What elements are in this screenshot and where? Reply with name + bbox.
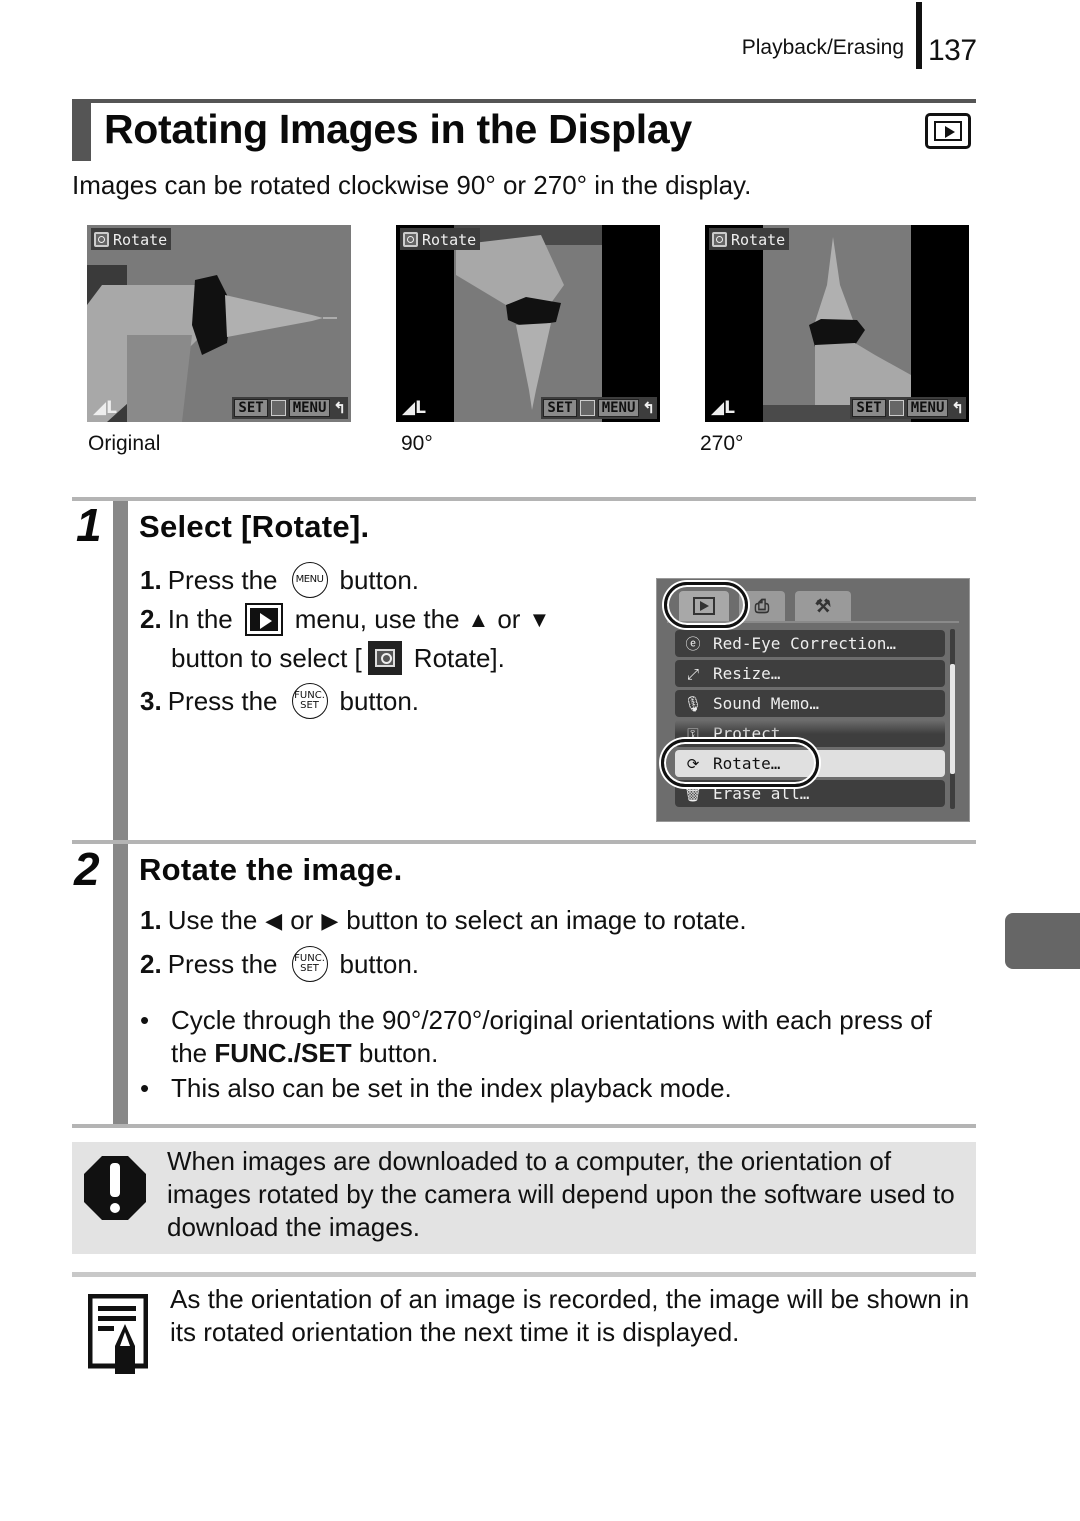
rotate-icon — [579, 400, 595, 416]
caption-original: Original — [88, 432, 161, 455]
step-1-bar — [113, 501, 128, 841]
title-marker — [72, 103, 91, 161]
chapter-thumb-tab — [1005, 913, 1080, 969]
red-eye-icon: ⓔ — [685, 635, 701, 653]
step-1-instruction-2-cont: button to select [ Rotate]. — [171, 641, 505, 675]
rotate-icon — [367, 641, 402, 675]
playback-menu-icon — [244, 603, 283, 636]
rotate-icon — [888, 400, 904, 416]
step-2-rule — [72, 840, 976, 844]
step-1-instruction-2: 2. In the menu, use the ▲ or ▼ — [140, 603, 551, 636]
header-divider — [916, 2, 922, 69]
resize-icon: ⤢ — [686, 664, 699, 683]
trash-icon: 🗑︎ — [683, 784, 703, 803]
return-arrow-icon: ↰ — [951, 400, 964, 417]
note-rule — [72, 1272, 976, 1277]
osd-rotate-label: Rotate — [400, 228, 481, 250]
note-pencil-icon — [88, 1294, 148, 1374]
step-2-instruction-2: 2. Press the FUNC. SET button. — [140, 946, 419, 982]
menu-scrollbar — [950, 629, 955, 809]
section-end-rule — [72, 1124, 976, 1128]
camera-playback-menu-screenshot: ⎙ ⚒ ⓔ Red-Eye Correction… ⤢ Resize… 🎙︎ Soun… — [656, 578, 970, 822]
osd-set-button: SET — [852, 399, 886, 417]
menu-item-sound-memo: 🎙︎ Sound Memo… — [675, 690, 945, 717]
print-icon: ⎙ — [754, 595, 770, 616]
left-arrow-icon: ◀ — [265, 907, 283, 933]
menu-item-red-eye: ⓔ Red-Eye Correction… — [675, 630, 945, 657]
lcd-screenshot-270: Rotate ◢L SET MENU ↰ — [705, 225, 969, 422]
bullet-index-playback: This also can be set in the index playba… — [140, 1072, 940, 1105]
step-1-instruction-1: 1. Press the MENU button. — [140, 562, 419, 598]
bullet-cycle-orientations: Cycle through the 90°/270°/original orie… — [140, 1004, 940, 1070]
church-photo-90 — [396, 225, 660, 422]
image-size-indicator: ◢L — [711, 398, 735, 418]
church-photo-original — [87, 225, 351, 422]
caution-icon — [84, 1156, 146, 1220]
step-1-number: 1 — [76, 499, 102, 551]
osd-controls: SET MENU ↰ — [232, 397, 348, 419]
playback-mode-icon — [925, 113, 971, 149]
step-1-rule — [72, 497, 976, 501]
rotate-icon — [403, 232, 418, 247]
page-number: 137 — [928, 34, 977, 67]
return-arrow-icon: ↰ — [642, 400, 655, 417]
sound-memo-icon: 🎙︎ — [683, 694, 703, 713]
step-2-bar — [113, 844, 128, 1126]
page-title: Rotating Images in the Display — [104, 106, 692, 152]
tab-setup: ⚒ — [795, 591, 851, 621]
osd-controls: SET MENU ↰ — [541, 397, 657, 419]
highlight-ring-rotate — [661, 739, 819, 787]
rotate-icon — [94, 232, 109, 247]
osd-set-button: SET — [543, 399, 577, 417]
return-arrow-icon: ↰ — [333, 400, 346, 417]
caption-270: 270° — [700, 432, 744, 455]
rotate-icon — [270, 400, 286, 416]
osd-set-button: SET — [234, 399, 268, 417]
osd-rotate-label: Rotate — [709, 228, 790, 250]
image-size-indicator: ◢L — [402, 398, 426, 418]
lcd-screenshot-90: Rotate ◢L SET MENU ↰ — [396, 225, 660, 422]
highlight-ring-tab — [664, 582, 748, 628]
running-header-section: Playback/Erasing — [741, 36, 904, 59]
func-set-button-icon: FUNC. SET — [291, 946, 328, 982]
rotate-icon — [712, 232, 727, 247]
step-2-number: 2 — [74, 843, 100, 895]
step-2-instruction-1: 1. Use the ◀ or ▶ button to select an im… — [140, 905, 747, 935]
lcd-screenshot-original: Rotate ◢L SET MENU ↰ — [87, 225, 351, 422]
image-size-indicator: ◢L — [93, 398, 117, 418]
osd-rotate-label: Rotate — [91, 228, 172, 250]
osd-controls: SET MENU ↰ — [850, 397, 966, 419]
osd-menu-button: MENU — [597, 399, 640, 417]
menu-item-resize: ⤢ Resize… — [675, 660, 945, 687]
note-text: As the orientation of an image is record… — [170, 1284, 970, 1347]
step-1-title: Select [Rotate]. — [139, 509, 370, 544]
church-photo-270 — [705, 225, 969, 422]
osd-menu-button: MENU — [906, 399, 949, 417]
step-2-title: Rotate the image. — [139, 852, 403, 887]
down-arrow-icon: ▼ — [528, 606, 551, 632]
menu-button-icon: MENU — [291, 562, 328, 598]
step-1-instruction-3: 3. Press the FUNC. SET button. — [140, 683, 419, 719]
caution-text: When images are downloaded to a computer… — [167, 1146, 955, 1242]
setup-tools-icon: ⚒ — [814, 595, 832, 616]
caption-90: 90° — [401, 432, 433, 455]
right-arrow-icon: ▶ — [321, 907, 339, 933]
osd-menu-button: MENU — [288, 399, 331, 417]
func-set-button-icon: FUNC. SET — [291, 683, 328, 719]
title-rule — [72, 99, 976, 103]
up-arrow-icon: ▲ — [467, 606, 490, 632]
intro-text: Images can be rotated clockwise 90° or 2… — [72, 170, 752, 200]
